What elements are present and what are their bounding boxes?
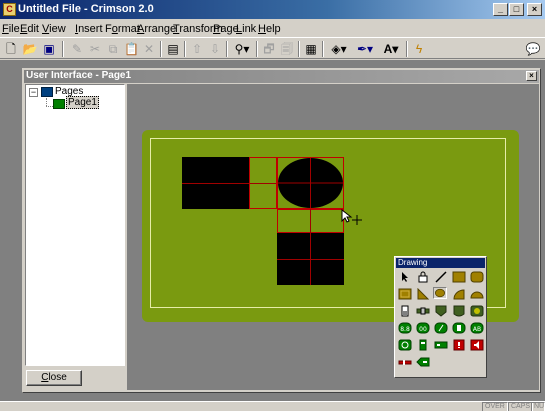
status-caps: CAPS [508, 402, 534, 411]
pages-folder-icon [41, 87, 53, 97]
digital-display-tool-icon[interactable]: 8.8 [398, 322, 412, 334]
minimize-button[interactable]: _ [493, 3, 508, 16]
quarter-ellipse-tool-icon[interactable] [452, 288, 466, 300]
alignment-guide-vertical [310, 209, 311, 285]
clock-tool-icon[interactable] [398, 339, 412, 351]
status-over: OVER [482, 402, 508, 411]
status-bar: OVER CAPS NUM [0, 401, 545, 411]
menu-view[interactable]: View [42, 23, 66, 35]
pages-expander[interactable]: − [29, 88, 38, 97]
lightning-icon[interactable]: ϟ [412, 41, 426, 57]
menu-bar: File Edit View Insert Format Arrange Tra… [0, 20, 545, 37]
move-cursor-icon [341, 209, 362, 225]
menu-format[interactable]: Format [105, 23, 140, 35]
font-color-icon[interactable]: A▾ [380, 41, 402, 57]
menu-help[interactable]: Help [258, 23, 281, 35]
bar-tool-icon[interactable] [452, 322, 466, 334]
toolbar-separator [298, 41, 300, 57]
tree-connector [46, 106, 53, 107]
toolbar-separator [160, 41, 162, 57]
copy-icon[interactable]: ⧉ [106, 41, 120, 57]
open-icon[interactable]: 📂 [22, 41, 38, 57]
menu-page[interactable]: Page [213, 23, 239, 35]
child-window-title-bar: User Interface - Page1 × [24, 70, 539, 83]
crimson-app-icon[interactable]: C [3, 3, 16, 16]
toolbar: 🗋 📂 ▣ ✎ ✂ ⧉ 📋 ✕ ▤ ⇧ ⇩ ⚲▾ 🗗 🗐 ▦ ◈▾ ✒▾ A▾ … [0, 37, 545, 72]
menu-file[interactable]: File [2, 23, 20, 35]
lock-tool-icon[interactable] [416, 271, 430, 283]
speaker-tool-icon[interactable] [470, 339, 484, 351]
app-title-bar: C Untitled File - Crimson 2.0 _ □ × [0, 0, 545, 19]
line-tool-icon[interactable] [434, 271, 448, 283]
screen-icon[interactable]: ▤ [166, 41, 180, 57]
indicator-tool-icon[interactable] [416, 339, 430, 351]
valve-tool-icon[interactable] [434, 305, 448, 317]
pencil-icon[interactable]: ✎ [70, 41, 84, 57]
properties-icon[interactable]: 🗗 [262, 41, 276, 57]
save-icon[interactable]: ▣ [41, 41, 57, 57]
menu-edit[interactable]: Edit [20, 23, 39, 35]
semi-ellipse-tool-icon[interactable] [470, 288, 484, 300]
up-icon[interactable]: ⇧ [190, 41, 204, 57]
toolbar-separator [184, 41, 186, 57]
rounded-rectangle-tool-icon[interactable] [470, 271, 484, 283]
page-icon [53, 99, 65, 109]
app-title: Untitled File - Crimson 2.0 [18, 3, 154, 15]
paste-icon[interactable]: 📋 [124, 41, 139, 57]
toolbar-separator [256, 41, 258, 57]
drawing-palette-title: Drawing [396, 258, 485, 268]
new-icon[interactable]: 🗋 [4, 41, 18, 57]
child-close-icon[interactable]: × [526, 71, 537, 81]
alarm-tool-icon[interactable]: AB [470, 322, 484, 334]
down-icon[interactable]: ⇩ [208, 41, 222, 57]
delete-icon[interactable]: ✕ [142, 41, 156, 57]
close-app-button[interactable]: × [527, 3, 542, 16]
analog-tool-icon[interactable] [434, 322, 448, 334]
close-button[interactable]: Close [26, 370, 82, 386]
numeric-tool-icon[interactable]: 00 [416, 322, 430, 334]
cylinder-tool-icon[interactable] [452, 305, 466, 317]
menu-link[interactable]: Link [236, 23, 256, 35]
bevel-rectangle-tool-icon[interactable] [398, 288, 412, 300]
tree-connector [46, 98, 47, 106]
edit-icon[interactable]: 🗐 [280, 41, 294, 57]
child-window-title: User Interface - Page1 [26, 70, 132, 81]
maximize-button[interactable]: □ [509, 3, 524, 16]
fill-color-icon[interactable]: ◈▾ [328, 41, 350, 57]
grid-icon[interactable]: ▦ [304, 41, 318, 57]
alignment-guide-horizontal [277, 259, 344, 260]
menu-arrange[interactable]: Arrange [137, 23, 176, 35]
zoom-icon[interactable]: ⚲▾ [232, 41, 252, 57]
status-num: NUM [531, 402, 545, 411]
gauge-tool-icon[interactable] [470, 305, 484, 317]
drawing-palette: Drawing 8.8 00 AB [394, 256, 487, 378]
ellipse-tool-icon[interactable] [433, 287, 447, 299]
toolbar-separator [322, 41, 324, 57]
rectangle-tool-icon[interactable] [452, 271, 466, 283]
warning-tool-icon[interactable] [452, 339, 466, 351]
slider-tool-icon[interactable] [398, 356, 412, 368]
toolbar-separator [226, 41, 228, 57]
cut-icon[interactable]: ✂ [88, 41, 102, 57]
pipe-tool-icon[interactable] [416, 305, 430, 317]
selection-outline [249, 157, 277, 209]
svg-text:8.8: 8.8 [400, 326, 410, 333]
toolbar-separator [406, 41, 408, 57]
svg-text:AB: AB [473, 326, 481, 333]
chat-icon[interactable]: 💬▾ [524, 41, 542, 72]
led-tool-icon[interactable] [434, 339, 448, 351]
line-color-icon[interactable]: ✒▾ [354, 41, 376, 57]
tag-tool-icon[interactable] [416, 356, 430, 368]
toolbar-separator [62, 41, 64, 57]
menu-insert[interactable]: Insert [75, 23, 103, 35]
pointer-tool-icon[interactable] [398, 271, 412, 283]
tank-tool-icon[interactable] [398, 305, 412, 317]
tree-node-page1[interactable]: Page1 [66, 96, 99, 109]
triangle-tool-icon[interactable] [416, 288, 430, 300]
ellipse-primitive[interactable] [277, 157, 344, 209]
page-tree[interactable]: − Pages Page1 [25, 84, 125, 366]
svg-text:00: 00 [419, 326, 427, 333]
